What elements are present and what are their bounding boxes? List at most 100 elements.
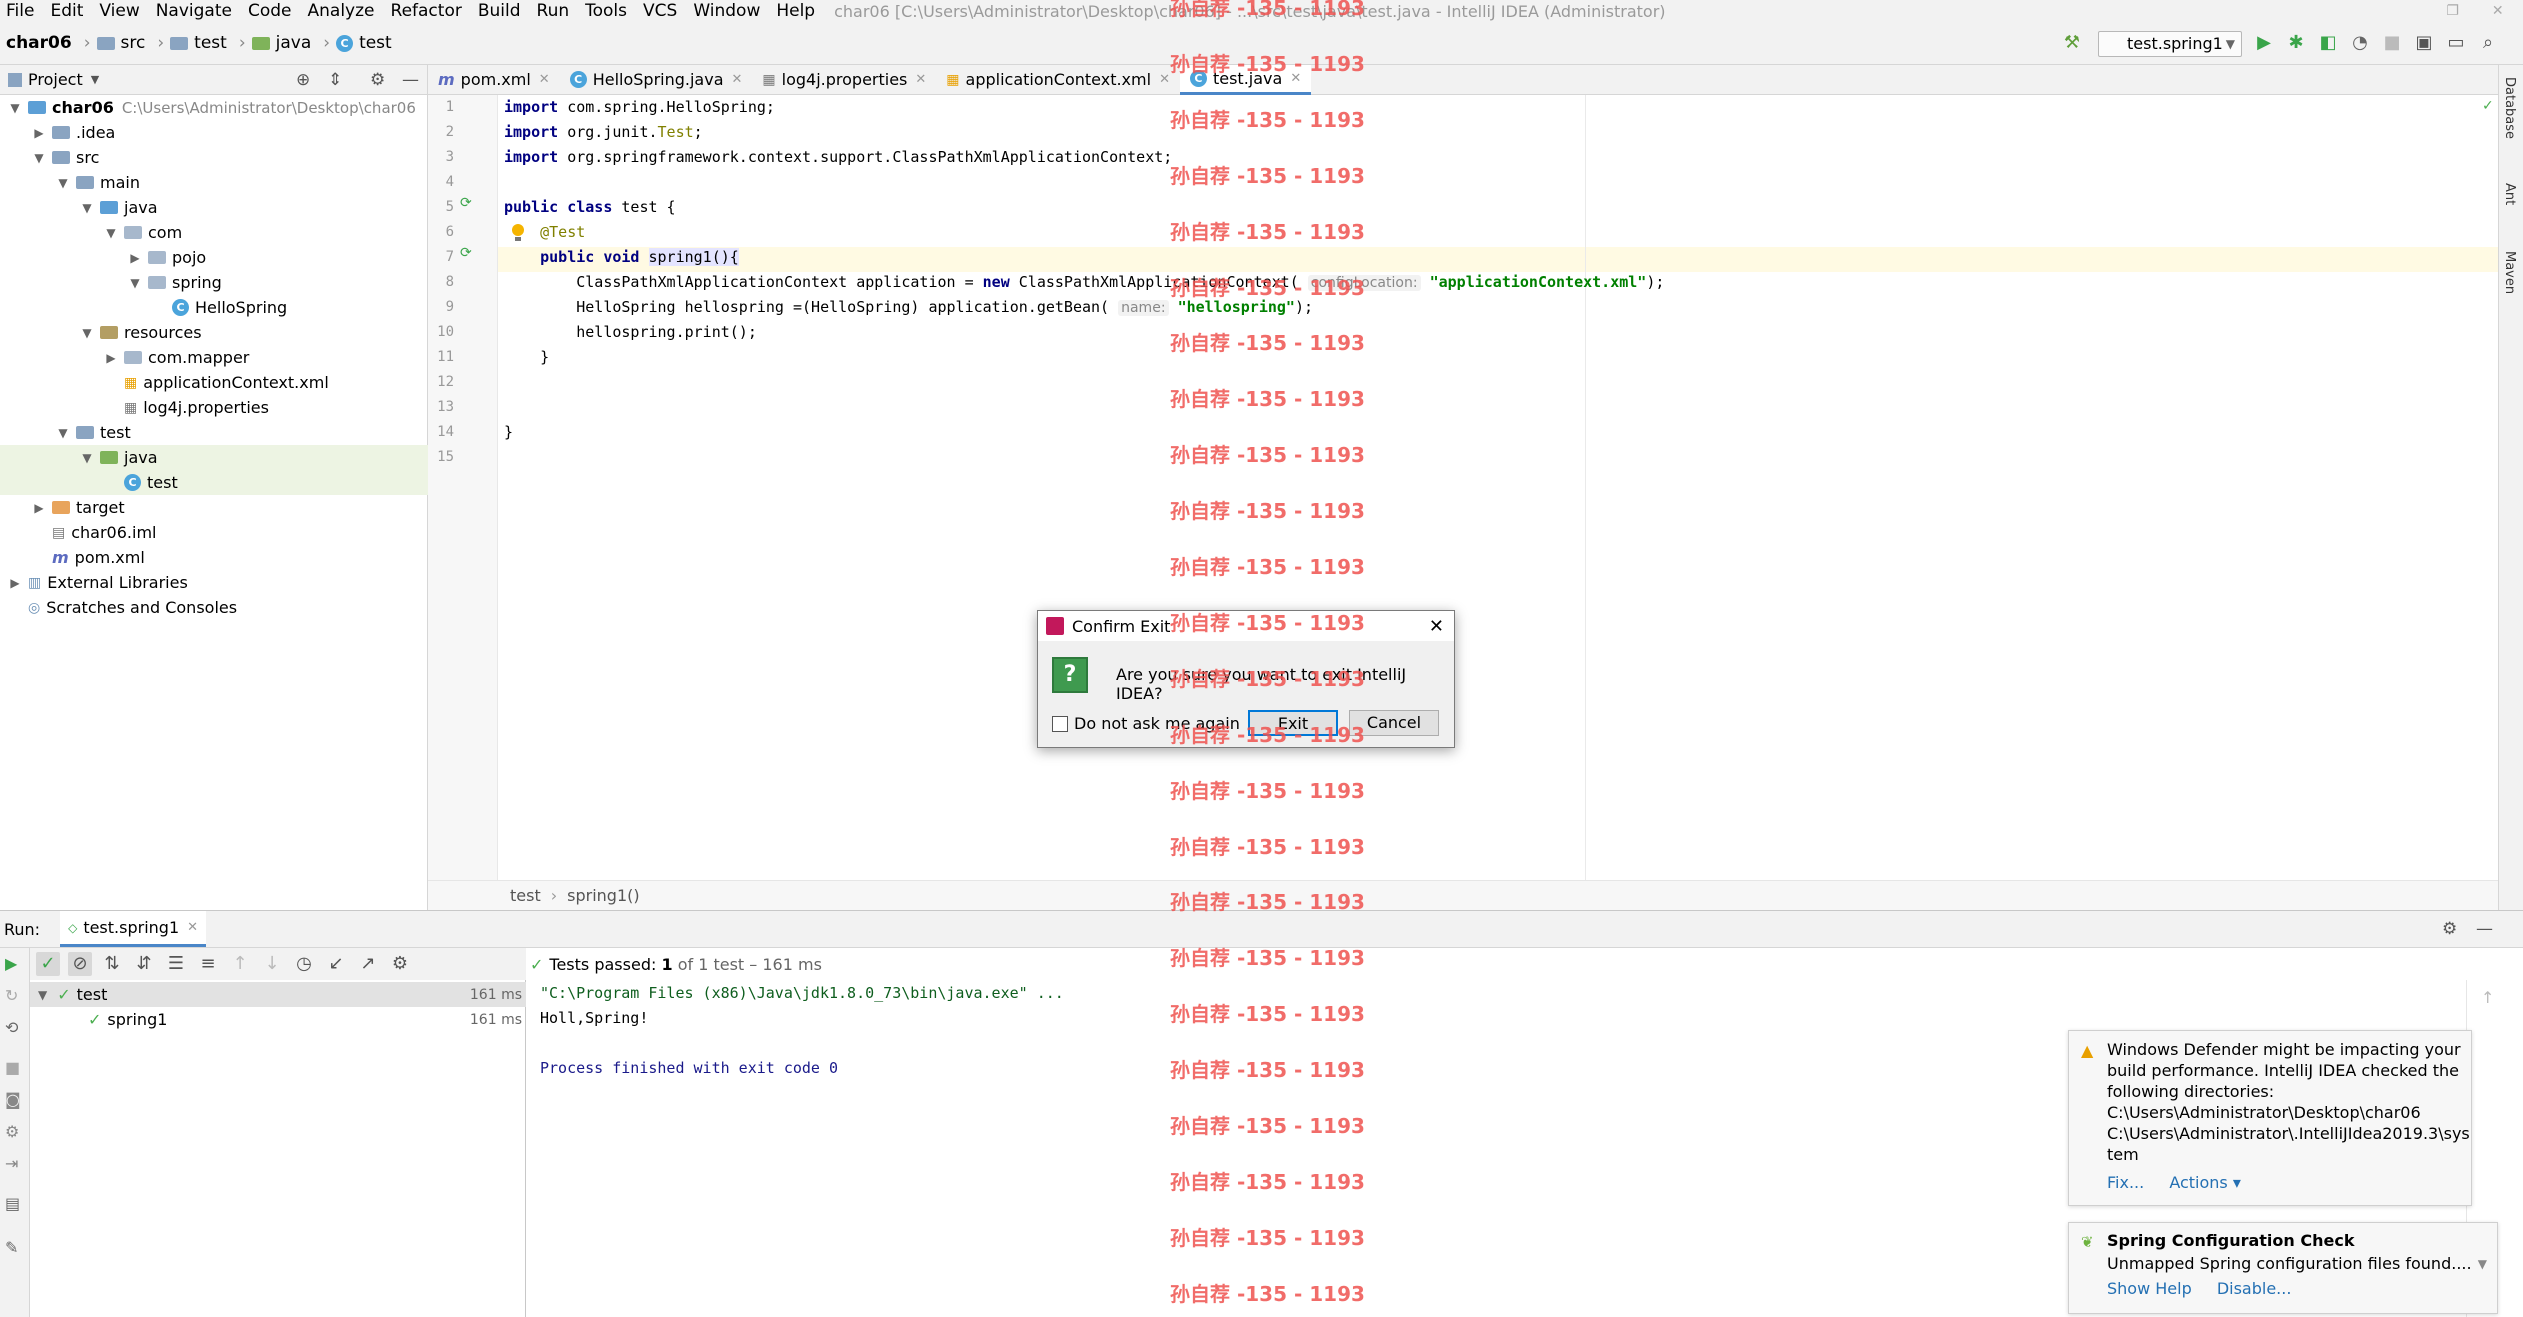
menu-help[interactable]: Help bbox=[776, 0, 815, 22]
import-tests-icon[interactable]: ↙ bbox=[324, 952, 348, 976]
run-test-class-icon[interactable]: ⟳ bbox=[460, 195, 472, 211]
test-row[interactable]: ✓ spring1 161 ms bbox=[30, 1007, 526, 1032]
project-tree-item[interactable]: ▦ applicationContext.xml bbox=[0, 370, 428, 395]
restore-icon[interactable]: ❐ bbox=[2446, 0, 2459, 22]
sort-alpha-icon[interactable]: ⇅ bbox=[100, 952, 124, 976]
build-hammer-icon[interactable]: ⚒ bbox=[2060, 31, 2084, 55]
menu-window[interactable]: Window bbox=[693, 0, 760, 22]
menu-build[interactable]: Build bbox=[478, 0, 521, 22]
run-tab[interactable]: ◇ test.spring1 ✕ bbox=[60, 911, 207, 947]
menu-edit[interactable]: Edit bbox=[50, 0, 83, 22]
camera-icon[interactable]: ◙ bbox=[5, 1090, 21, 1109]
expand-all-icon[interactable]: ☰ bbox=[164, 952, 188, 976]
fix-link[interactable]: Fix... bbox=[2107, 1173, 2144, 1192]
chevron-down-icon[interactable]: ▼ bbox=[32, 151, 46, 165]
menu-vcs[interactable]: VCS bbox=[643, 0, 677, 22]
close-tab-icon[interactable]: ✕ bbox=[1159, 72, 1170, 87]
close-tab-icon[interactable]: ✕ bbox=[187, 920, 198, 935]
close-tab-icon[interactable]: ✕ bbox=[1290, 71, 1301, 86]
chevron-down-icon[interactable]: ▼ bbox=[80, 451, 94, 465]
chevron-right-icon[interactable]: ▶ bbox=[128, 251, 142, 265]
sort-duration-icon[interactable]: ⇵ bbox=[132, 952, 156, 976]
menu-run[interactable]: Run bbox=[537, 0, 570, 22]
minimize-icon[interactable]: — bbox=[402, 70, 419, 90]
gear-icon[interactable]: ⚙ bbox=[370, 70, 385, 90]
show-passed-icon[interactable]: ✓ bbox=[36, 952, 60, 976]
project-tree-item[interactable]: m pom.xml bbox=[0, 545, 428, 570]
breadcrumb-file[interactable]: › Ctest bbox=[317, 33, 391, 53]
chevron-right-icon[interactable]: ▶ bbox=[104, 351, 118, 365]
chevron-down-icon[interactable]: ▼ bbox=[128, 276, 142, 290]
scroll-up-icon[interactable]: ↑ bbox=[2481, 988, 2494, 1007]
locate-icon[interactable]: ⊕ bbox=[296, 70, 310, 90]
gear-icon[interactable]: ⚙ bbox=[2442, 919, 2457, 939]
stop-icon[interactable]: ■ bbox=[2380, 31, 2404, 55]
breadcrumb-src[interactable]: › src bbox=[78, 33, 146, 53]
project-tree-item[interactable]: ◎ Scratches and Consoles bbox=[0, 595, 428, 620]
tool-ant[interactable]: Ant bbox=[2502, 183, 2517, 205]
show-ignored-icon[interactable]: ⊘ bbox=[68, 952, 92, 976]
chevron-right-icon[interactable]: ▶ bbox=[32, 501, 46, 515]
chevron-down-icon[interactable]: ▼ bbox=[56, 176, 70, 190]
collapse-all-icon[interactable]: ≡ bbox=[196, 952, 220, 976]
chevron-down-icon[interactable]: ▼ bbox=[8, 101, 22, 115]
tool-maven[interactable]: Maven bbox=[2502, 251, 2517, 294]
rerun-failed-icon[interactable]: ↻ bbox=[5, 986, 18, 1005]
project-tree-item[interactable]: ▶ com.mapper bbox=[0, 345, 428, 370]
exit-button[interactable]: Exit bbox=[1248, 710, 1338, 736]
run-configuration-select[interactable]: test.spring1 ▼ bbox=[2098, 31, 2242, 57]
chevron-right-icon[interactable]: ▶ bbox=[8, 576, 22, 590]
editor-tab[interactable]: Ctest.java ✕ bbox=[1179, 64, 1312, 95]
disable-link[interactable]: Disable... bbox=[2217, 1279, 2292, 1298]
arrow-up-icon[interactable]: ↑ bbox=[228, 952, 252, 976]
project-tree-item[interactable]: ▼ com bbox=[0, 220, 428, 245]
editor-tab[interactable]: ▦ log4j.properties ✕ bbox=[752, 65, 936, 95]
history-icon[interactable]: ◷ bbox=[292, 952, 316, 976]
run-test-method-icon[interactable]: ⟳ bbox=[460, 245, 472, 261]
chevron-down-icon[interactable]: ▼ bbox=[104, 226, 118, 240]
breadcrumb-class[interactable]: test bbox=[510, 886, 541, 905]
close-tab-icon[interactable]: ✕ bbox=[915, 72, 926, 87]
breadcrumb-project[interactable]: char06 bbox=[6, 33, 72, 53]
gear-icon[interactable]: ⚙ bbox=[388, 952, 412, 976]
close-window-icon[interactable]: ✕ bbox=[2492, 0, 2504, 22]
menu-code[interactable]: Code bbox=[248, 0, 292, 22]
rerun-icon[interactable]: ▶ bbox=[5, 954, 17, 973]
project-tree-item[interactable]: ▼ src bbox=[0, 145, 428, 170]
run-icon[interactable]: ▶ bbox=[2252, 31, 2276, 55]
debug-icon[interactable]: ✱ bbox=[2284, 31, 2308, 55]
project-tree-item[interactable]: C HelloSpring bbox=[0, 295, 428, 320]
editor-tab[interactable]: ▦ applicationContext.xml ✕ bbox=[936, 65, 1180, 95]
menu-refactor[interactable]: Refactor bbox=[391, 0, 462, 22]
editor-tab[interactable]: m pom.xml ✕ bbox=[428, 65, 560, 95]
chevron-down-icon[interactable]: ▼ bbox=[2478, 1257, 2487, 1271]
settings-icon[interactable]: ⚙ bbox=[5, 1122, 19, 1141]
collapse-all-icon[interactable]: ⇕ bbox=[328, 70, 342, 90]
menu-navigate[interactable]: Navigate bbox=[156, 0, 232, 22]
menu-analyze[interactable]: Analyze bbox=[308, 0, 375, 22]
project-tree-item[interactable]: ▤ char06.iml bbox=[0, 520, 428, 545]
chevron-down-icon[interactable]: ▼ bbox=[80, 326, 94, 340]
project-tree-item[interactable]: Ctest bbox=[0, 470, 428, 495]
breadcrumb-test[interactable]: › test bbox=[151, 33, 226, 53]
project-tree-item[interactable]: ▼ main bbox=[0, 170, 428, 195]
menu-view[interactable]: View bbox=[99, 0, 139, 22]
coverage-icon[interactable]: ◧ bbox=[2316, 31, 2340, 55]
project-tree-item[interactable]: ▶ target bbox=[0, 495, 428, 520]
breadcrumb-method[interactable]: spring1() bbox=[567, 886, 639, 905]
editor-tab[interactable]: C HelloSpring.java ✕ bbox=[560, 65, 753, 95]
cancel-button[interactable]: Cancel bbox=[1349, 710, 1439, 736]
do-not-ask-checkbox[interactable]: Do not ask me again bbox=[1052, 714, 1240, 733]
test-row[interactable]: ▼ ✓ test 161 ms bbox=[30, 982, 526, 1007]
checkbox-icon[interactable] bbox=[1052, 715, 1068, 732]
export-tests-icon[interactable]: ↗ bbox=[356, 952, 380, 976]
close-icon[interactable]: ✕ bbox=[1429, 616, 1444, 637]
project-tree-item[interactable]: ▼ test bbox=[0, 420, 428, 445]
project-tree-item[interactable]: ▶ ▥ External Libraries bbox=[0, 570, 428, 595]
inspection-ok-icon[interactable]: ✓ bbox=[2482, 98, 2494, 114]
project-tree-item[interactable]: ▼ spring bbox=[0, 270, 428, 295]
tool-database[interactable]: Database bbox=[2502, 77, 2517, 139]
close-tab-icon[interactable]: ✕ bbox=[732, 72, 743, 87]
project-structure-icon[interactable]: ▣ bbox=[2412, 31, 2436, 55]
project-tree-item[interactable]: ▼ java bbox=[0, 195, 428, 220]
